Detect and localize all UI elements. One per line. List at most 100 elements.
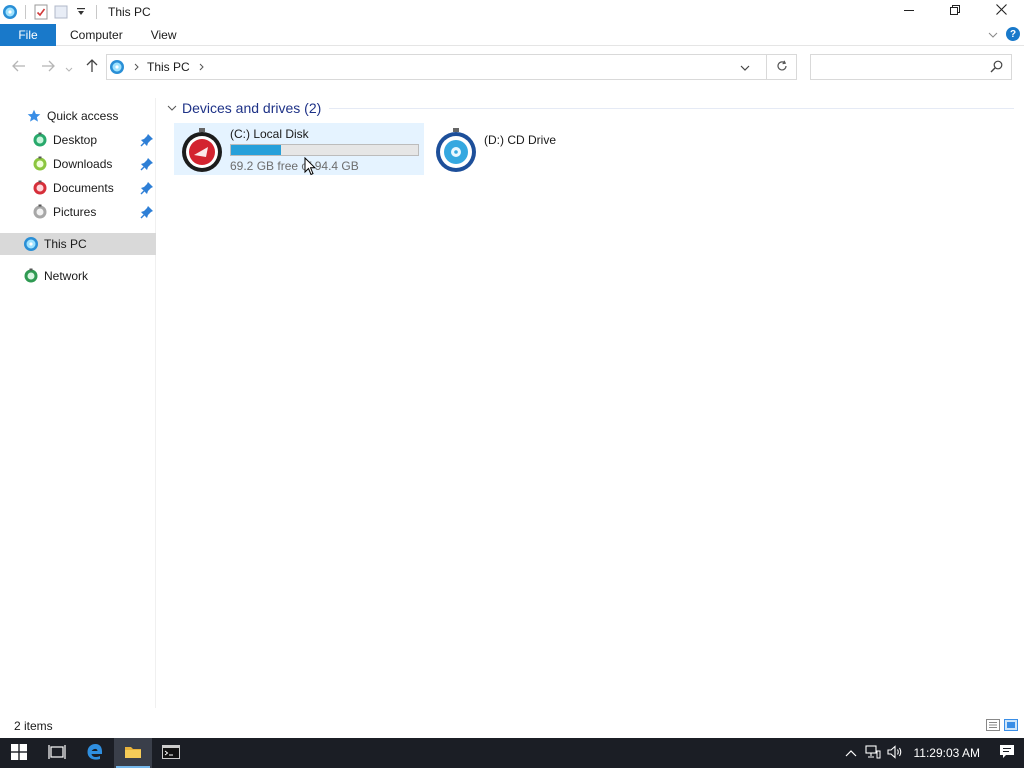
drive-free-space: 69.2 GB free of 94.4 GB xyxy=(230,159,359,173)
nav-item-label: Downloads xyxy=(53,157,113,171)
forward-button[interactable] xyxy=(39,58,57,76)
restore-icon xyxy=(950,4,960,18)
file-explorer-icon xyxy=(124,744,142,763)
search-box[interactable] xyxy=(810,54,1012,80)
action-center-button[interactable] xyxy=(990,738,1024,768)
refresh-icon xyxy=(776,59,788,75)
chevron-down-icon xyxy=(740,60,750,74)
group-title: Devices and drives (2) xyxy=(182,100,322,116)
close-icon xyxy=(995,4,1007,18)
nav-item-label: Quick access xyxy=(47,109,119,123)
navigation-pane: Quick access Desktop Downloads Documents… xyxy=(0,98,156,708)
properties-icon[interactable] xyxy=(33,4,49,20)
breadcrumb-separator-icon[interactable] xyxy=(134,63,139,71)
nav-item-label: Desktop xyxy=(53,133,98,147)
nav-item-downloads[interactable]: Downloads xyxy=(0,153,156,175)
expand-ribbon-button[interactable] xyxy=(988,27,998,41)
new-folder-icon[interactable] xyxy=(53,4,69,20)
tab-view[interactable]: View xyxy=(137,24,191,46)
start-button[interactable] xyxy=(0,738,38,768)
toolbar-separator xyxy=(96,5,97,19)
task-view-icon xyxy=(48,744,66,763)
show-hidden-icons-button[interactable] xyxy=(840,738,862,768)
back-button[interactable] xyxy=(10,58,28,76)
address-bar[interactable]: This PC xyxy=(106,54,797,80)
group-divider xyxy=(329,107,1014,109)
edge-button[interactable] xyxy=(76,738,114,768)
window-controls xyxy=(886,0,1024,22)
pin-icon xyxy=(140,181,154,198)
details-view-button[interactable] xyxy=(986,719,1000,734)
nav-item-documents[interactable]: Documents xyxy=(0,177,156,199)
pictures-icon xyxy=(32,204,48,220)
nav-item-this-pc[interactable]: This PC xyxy=(0,233,156,255)
help-icon[interactable]: ? xyxy=(1006,27,1020,41)
search-input[interactable] xyxy=(817,56,987,78)
chevron-down-icon xyxy=(65,59,73,75)
drive-usage-fill xyxy=(231,145,281,155)
close-button[interactable] xyxy=(978,0,1024,22)
nav-item-network[interactable]: Network xyxy=(0,265,156,287)
view-toggle xyxy=(986,719,1018,734)
window-title: This PC xyxy=(108,5,151,19)
customize-dropdown-icon[interactable] xyxy=(73,4,89,20)
nav-item-quick-access[interactable]: Quick access xyxy=(0,105,156,127)
nav-item-desktop[interactable]: Desktop xyxy=(0,129,156,151)
drive-info: (D:) CD Drive xyxy=(484,133,556,147)
drive-info: (C:) Local Disk 69.2 GB free of 94.4 GB xyxy=(230,127,419,173)
taskbar: 11:29:03 AM xyxy=(0,738,1024,768)
content-pane: Devices and drives (2) (C:) Local Disk 6… xyxy=(160,98,1024,708)
drive-name: (D:) CD Drive xyxy=(484,133,556,147)
navigation-bar: This PC xyxy=(0,50,1024,84)
tiles-view-icon xyxy=(1004,719,1018,734)
desktop-icon xyxy=(32,132,48,148)
breadcrumb-chevron-icon[interactable] xyxy=(199,63,204,71)
downloads-icon xyxy=(32,156,48,172)
details-view-icon xyxy=(986,719,1000,734)
hard-drive-icon xyxy=(178,125,226,173)
volume-icon xyxy=(886,744,903,762)
recent-locations-button[interactable] xyxy=(63,58,75,76)
drive-tile-c[interactable]: (C:) Local Disk 69.2 GB free of 94.4 GB xyxy=(174,123,424,175)
arrow-right-icon xyxy=(41,59,55,75)
nav-item-label: Pictures xyxy=(53,205,97,219)
ribbon-tabs: File Computer View ? xyxy=(0,23,1024,46)
file-explorer-button[interactable] xyxy=(114,738,152,768)
title-bar: This PC xyxy=(0,0,1024,24)
quick-access-toolbar xyxy=(0,0,102,24)
toolbar-separator xyxy=(25,5,26,19)
drive-tile-d[interactable]: (D:) CD Drive xyxy=(428,123,628,175)
this-pc-icon[interactable] xyxy=(2,4,18,20)
tab-file[interactable]: File xyxy=(0,23,56,46)
pin-icon xyxy=(140,157,154,174)
network-status-button[interactable] xyxy=(862,738,884,768)
up-button[interactable] xyxy=(83,58,101,76)
windows-logo-icon xyxy=(11,743,27,763)
arrow-left-icon xyxy=(12,59,26,75)
group-header-devices[interactable]: Devices and drives (2) xyxy=(166,98,1014,118)
notification-icon xyxy=(999,744,1015,762)
refresh-button[interactable] xyxy=(766,55,796,79)
nav-item-pictures[interactable]: Pictures xyxy=(0,201,156,223)
pin-icon xyxy=(140,205,154,222)
tab-computer[interactable]: Computer xyxy=(56,24,137,46)
task-view-button[interactable] xyxy=(38,738,76,768)
taskbar-clock[interactable]: 11:29:03 AM xyxy=(914,746,981,760)
arrow-up-icon xyxy=(86,58,98,76)
address-history-button[interactable] xyxy=(734,55,756,79)
search-icon[interactable] xyxy=(990,60,1003,76)
nav-item-label: This PC xyxy=(44,237,87,251)
breadcrumb-this-pc[interactable]: This PC xyxy=(147,60,190,74)
command-prompt-button[interactable] xyxy=(152,738,190,768)
chevron-down-icon xyxy=(166,105,178,111)
large-icons-view-button[interactable] xyxy=(1004,719,1018,734)
volume-button[interactable] xyxy=(884,738,906,768)
nav-item-label: Network xyxy=(44,269,89,283)
cd-drive-icon xyxy=(432,125,480,173)
cmd-icon xyxy=(162,744,180,762)
system-tray: 11:29:03 AM xyxy=(840,738,1024,768)
this-pc-icon xyxy=(109,59,125,75)
minimize-button[interactable] xyxy=(886,0,932,22)
nav-item-label: Documents xyxy=(53,181,114,195)
restore-button[interactable] xyxy=(932,0,978,22)
